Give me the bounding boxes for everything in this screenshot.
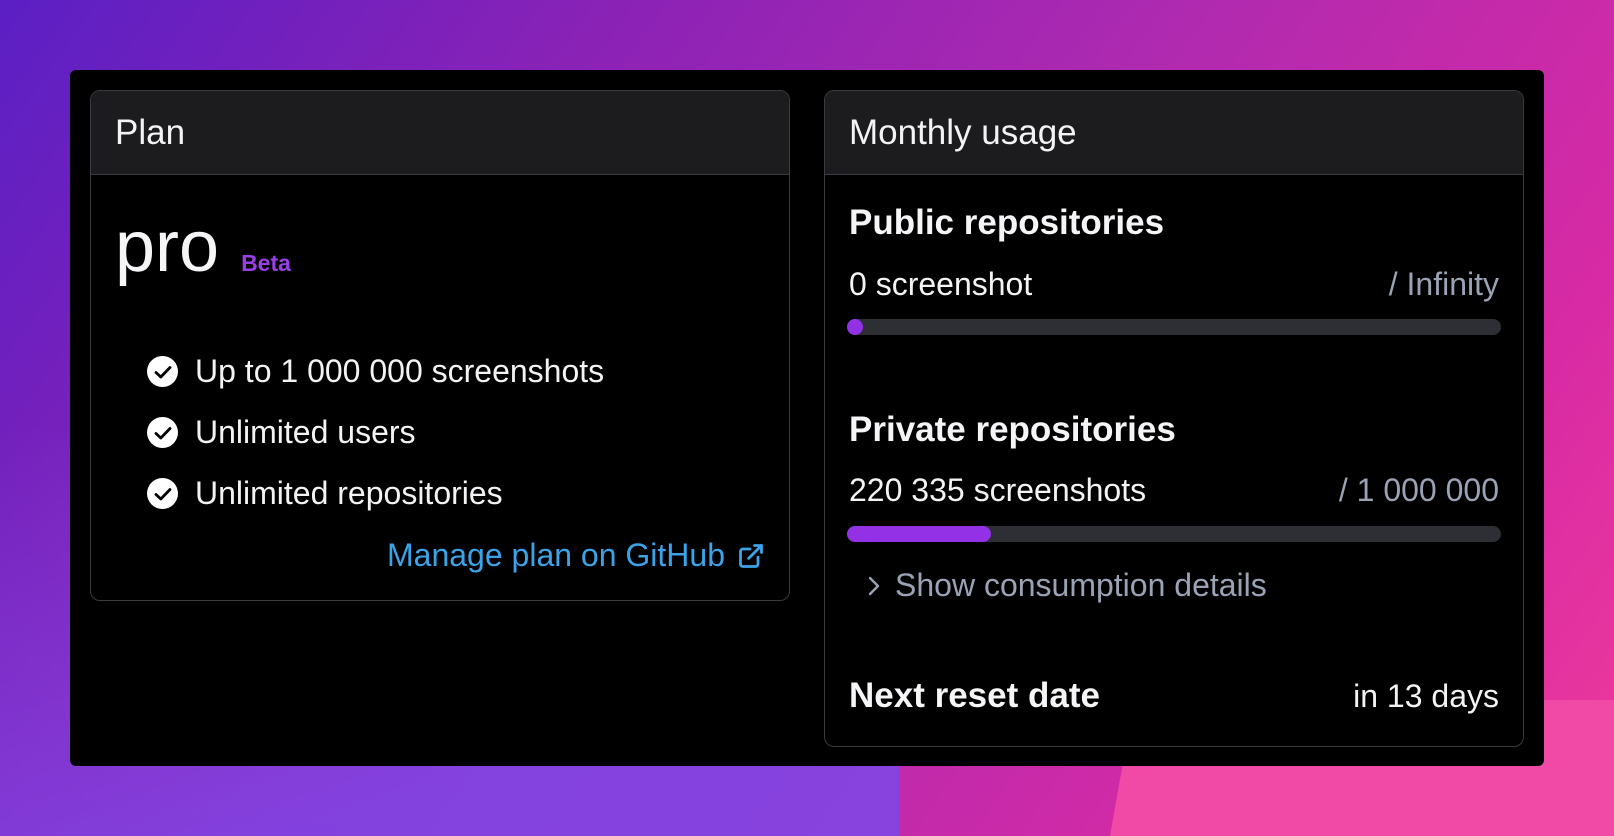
manage-plan-link[interactable]: Manage plan on GitHub <box>387 537 765 574</box>
usage-card-title: Monthly usage <box>849 112 1077 152</box>
plan-card-title: Plan <box>115 112 186 152</box>
feature-item: Up to 1 000 000 screenshots <box>147 341 604 402</box>
external-link-icon <box>737 542 765 570</box>
plan-name-row: pro Beta <box>115 211 291 283</box>
plan-card-header: Plan <box>91 91 789 175</box>
plan-card: Plan pro Beta Up to 1 000 000 screenshot… <box>90 90 790 601</box>
private-repos-title: Private repositories <box>849 410 1176 449</box>
chevron-right-icon <box>865 575 883 597</box>
check-circle-icon <box>147 356 178 387</box>
next-reset-value: in 13 days <box>1353 677 1499 714</box>
settings-panel: Plan pro Beta Up to 1 000 000 screenshot… <box>70 70 1544 766</box>
public-usage-limit: / Infinity <box>1388 266 1499 302</box>
public-usage-bar <box>847 319 1501 335</box>
check-circle-icon <box>147 417 178 448</box>
public-repos-title: Public repositories <box>849 203 1165 242</box>
private-usage-limit: / 1 000 000 <box>1338 472 1499 508</box>
private-usage-bar <box>847 526 1501 542</box>
feature-item: Unlimited users <box>147 402 604 463</box>
private-usage-row: 220 335 screenshots / 1 000 000 <box>849 472 1499 509</box>
check-circle-icon <box>147 478 178 509</box>
plan-name: pro <box>115 207 220 287</box>
usage-card-header: Monthly usage <box>825 91 1523 175</box>
beta-badge: Beta <box>241 250 291 276</box>
public-usage-row: 0 screenshot / Infinity <box>849 266 1499 303</box>
private-usage-count: 220 335 screenshots <box>849 472 1147 508</box>
feature-item: Unlimited repositories <box>147 463 604 524</box>
monthly-usage-card: Monthly usage Public repositories 0 scre… <box>824 90 1524 747</box>
public-usage-count: 0 screenshot <box>849 266 1033 302</box>
feature-text: Up to 1 000 000 screenshots <box>195 353 605 389</box>
public-usage-bar-fill <box>847 319 863 335</box>
feature-text: Unlimited repositories <box>195 475 503 511</box>
next-reset-label: Next reset date <box>849 676 1100 715</box>
private-usage-bar-fill <box>847 526 991 542</box>
manage-plan-label: Manage plan on GitHub <box>387 537 725 573</box>
next-reset-row: Next reset date in 13 days <box>849 676 1499 716</box>
feature-list: Up to 1 000 000 screenshots Unlimited us… <box>147 341 604 524</box>
show-consumption-details-toggle[interactable]: Show consumption details <box>865 567 1267 604</box>
consumption-details-label: Show consumption details <box>895 567 1267 603</box>
feature-text: Unlimited users <box>195 414 416 450</box>
